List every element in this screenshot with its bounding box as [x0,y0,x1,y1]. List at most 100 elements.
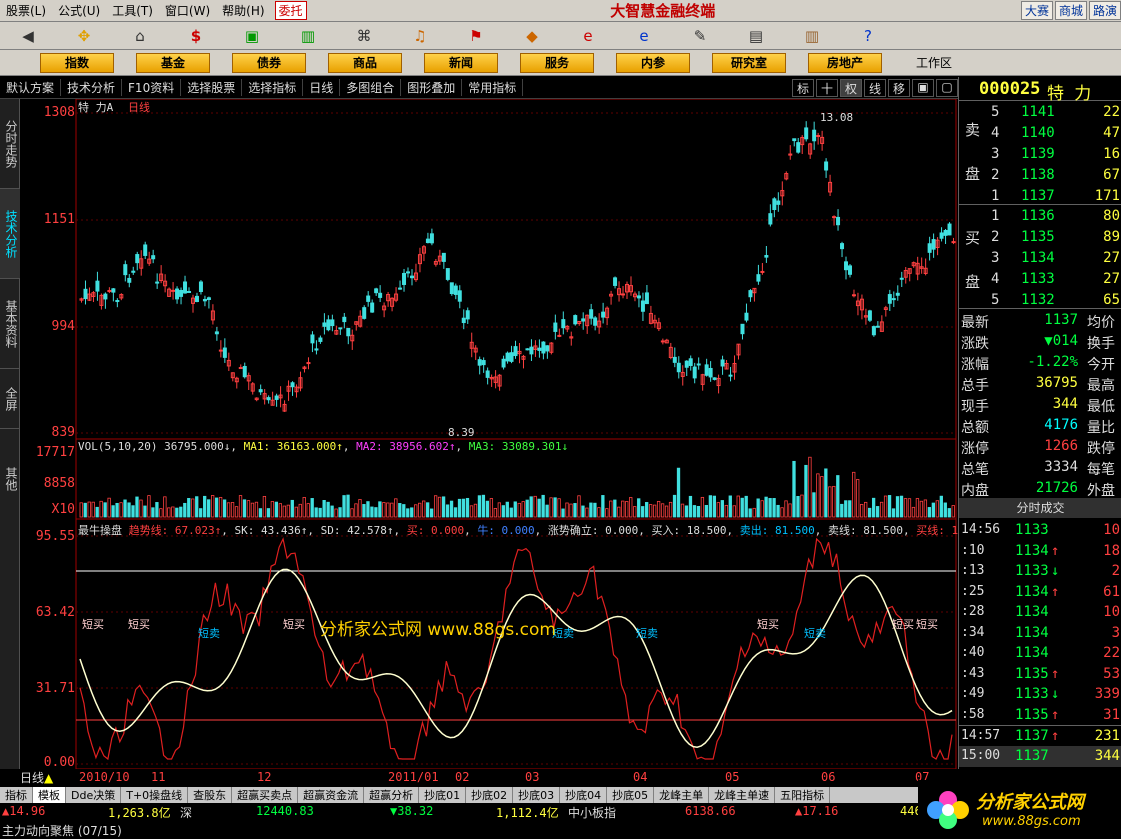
chart-area[interactable]: 特 力A 日线 1308 1151 994 839 13.08 8.39 VOL… [20,99,991,786]
sell-level-row[interactable]: 4 1140 47 [959,123,1121,144]
formula-tab[interactable]: T+0操盘线 [121,787,189,803]
formula-tab[interactable]: Dde决策 [66,787,122,803]
formula-tab[interactable]: 查股东 [188,787,233,803]
ticker-text[interactable]: 主力动向聚焦 (07/15) [2,822,122,839]
stock-code-row: 000025 特 力 [959,77,1121,104]
tab-technical[interactable]: 技术分析 [0,189,20,279]
common-indicator-dropdown[interactable]: 常用指标 [462,79,524,96]
trust-button[interactable]: 委托 [274,1,307,20]
chart-canvas[interactable] [20,99,958,769]
select-indicator-button[interactable]: 选择指标 [242,79,304,96]
dollar-icon[interactable]: $ [168,27,224,45]
help-icon[interactable]: ? [840,27,896,45]
home-icon[interactable]: ⌂ [112,27,168,45]
formula-tab[interactable]: 抄底02 [466,787,514,803]
tab-other[interactable]: 其他 [0,429,20,529]
volume-axis-label: 8858 [43,476,75,491]
bell-icon[interactable]: ♫ [392,27,448,45]
formula-tab[interactable]: 指标 [0,787,33,803]
buy-level-row[interactable]: 2 1135 89 [959,227,1121,248]
low-price-label: 8.39 [448,426,475,439]
formula-tab[interactable]: 抄底04 [560,787,608,803]
tab-intraday[interactable]: 分时走势 [0,99,20,189]
e-icon[interactable]: e [560,27,616,45]
formula-tab[interactable]: 抄底01 [419,787,467,803]
menu-help[interactable]: 帮助(H) [216,2,270,19]
date-label: 2011/01 [388,770,439,784]
formula-tab[interactable]: 模板 [33,787,66,803]
menu-formula[interactable]: 公式(U) [52,2,106,19]
formula-tab[interactable]: 五阳指标 [775,787,831,803]
volume-bar [915,498,920,518]
formula-tab[interactable]: 抄底05 [607,787,655,803]
crosshair-toggle[interactable]: 十 [816,78,838,97]
diamond-icon[interactable]: ◆ [504,27,560,45]
sell-level-row[interactable]: 5 1141 22 [959,102,1121,123]
move-icon[interactable]: ✥ [56,27,112,45]
period-dropdown[interactable]: 日线 [303,79,341,96]
candle-body [111,288,116,293]
nav-bond[interactable]: 债券 [232,52,306,73]
formula-tab[interactable]: 龙峰主单速 [709,787,776,803]
formula-tab[interactable]: 超赢买卖点 [232,787,299,803]
tab-fullscreen[interactable]: 全屏 [0,369,20,429]
nav-index[interactable]: 指数 [40,52,114,73]
move-toggle[interactable]: 移 [888,78,910,97]
window-icon[interactable]: ▤ [728,27,784,45]
binoculars-icon[interactable]: ⌘ [336,27,392,45]
select-stock-button[interactable]: 选择股票 [181,79,243,96]
bars-icon[interactable]: ▥ [280,27,336,45]
line-toggle[interactable]: 线 [864,78,886,97]
volume-bar [246,500,251,518]
nav-research[interactable]: 研究室 [712,52,786,73]
period-indicator[interactable]: 日线▲ [20,769,54,786]
function-bar: 默认方案 技术分析 F10资料 选择股票 选择指标 日线 多图组合 图形叠加 常… [0,77,958,99]
nav-fund[interactable]: 基金 [136,52,210,73]
buy-level-row[interactable]: 1 1136 80 [959,206,1121,227]
mall-button[interactable]: 商城 [1054,1,1087,20]
nav-news[interactable]: 新闻 [424,52,498,73]
restore-icon[interactable]: ▣ [912,78,934,97]
volume-bar [573,503,577,518]
volume-bar [501,505,505,518]
formula-tab[interactable]: 超赢分析 [364,787,420,803]
buy-level-row[interactable]: 3 1134 27 [959,248,1121,269]
nav-insider[interactable]: 内参 [616,52,690,73]
monitor-icon[interactable]: ▣ [224,27,280,45]
sell-level-row[interactable]: 2 1138 67 [959,165,1121,186]
menu-stock[interactable]: 股票(L) [0,2,52,19]
multi-chart-dropdown[interactable]: 多图组合 [340,79,402,96]
volume-bar [569,503,573,518]
nav-service[interactable]: 服务 [520,52,594,73]
scheme-dropdown[interactable]: 默认方案 [0,79,62,96]
nav-realestate[interactable]: 房地产 [808,52,882,73]
overlay-button[interactable]: 图形叠加 [401,79,463,96]
workspace-label[interactable]: 工作区 [916,54,952,71]
flag-icon[interactable]: ⚑ [448,27,504,45]
volume-bar [226,502,231,518]
menu-window[interactable]: 窗口(W) [159,2,216,19]
formula-tab[interactable]: 龙峰主单 [654,787,710,803]
books-icon[interactable]: ▥ [784,27,840,45]
formula-tab[interactable]: 超赢资金流 [298,787,365,803]
sell-level-row[interactable]: 3 1139 16 [959,144,1121,165]
nav-commodity[interactable]: 商品 [328,52,402,73]
tab-fundamental[interactable]: 基本资料 [0,279,20,369]
candle-body [744,312,749,321]
buy-level-row[interactable]: 4 1133 27 [959,269,1121,290]
note-icon[interactable]: ✎ [672,27,728,45]
news-ticker[interactable]: 主力动向聚焦 (07/15) [0,820,958,838]
volume-bar [816,473,820,518]
contest-button[interactable]: 大赛 [1020,1,1053,20]
maximize-icon[interactable]: ▢ [936,78,958,97]
date-axis: 2010/10 11 12 2011/01 02 03 04 05 06 07 [75,769,958,787]
tech-analysis-dropdown[interactable]: 技术分析 [61,79,123,96]
formula-tab[interactable]: 抄底03 [513,787,561,803]
menu-tools[interactable]: 工具(T) [106,2,159,19]
back-icon[interactable]: ◀ [0,27,56,45]
rights-toggle[interactable]: 权 [840,78,862,97]
roadshow-button[interactable]: 路演 [1088,1,1121,20]
f10-button[interactable]: F10资料 [122,79,182,96]
mark-toggle[interactable]: 标 [792,78,814,97]
ie-icon[interactable]: e [616,27,672,45]
